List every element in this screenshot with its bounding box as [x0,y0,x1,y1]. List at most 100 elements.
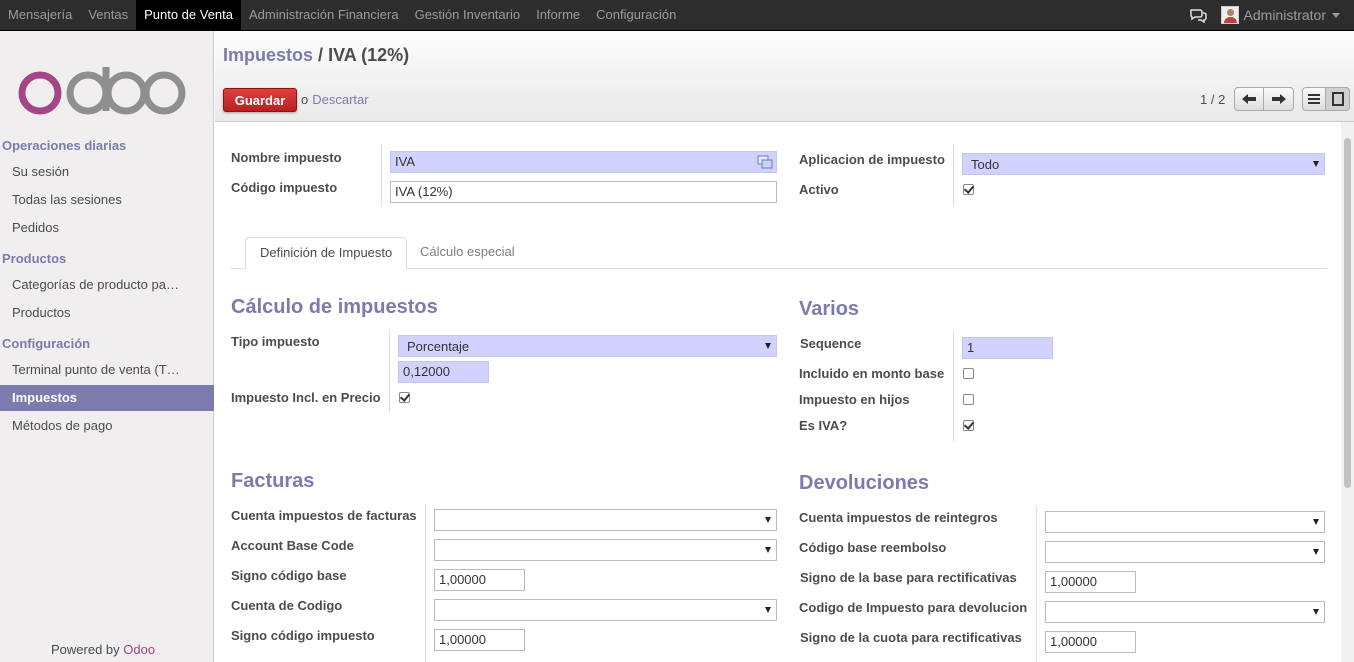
dropdown-arrow-icon [765,607,771,613]
menu-administracion-financiera[interactable]: Administración Financiera [241,0,407,30]
price-include-checkbox[interactable] [399,392,410,403]
active-label: Activo [799,182,839,197]
divider [425,504,426,662]
account-base-code-select[interactable] [434,539,777,561]
divider [1036,506,1037,662]
refund-tax-code-select[interactable] [1045,601,1325,623]
discard-link[interactable]: Descartar [312,92,368,107]
menu-mensajeria[interactable]: Mensajería [0,0,80,30]
calc-section-title: Cálculo de impuestos [231,296,438,318]
list-icon [1308,94,1320,104]
next-record-button[interactable] [1264,87,1294,111]
user-area: Administrator [1189,0,1354,30]
dropdown-arrow-icon [1313,549,1319,555]
arrow-left-icon [1242,94,1256,104]
invoice-tax-account-label: Cuenta impuestos de facturas [231,508,417,523]
sidebar: Operaciones diarias Su sesión Todas las … [0,31,214,662]
amount-field[interactable]: 0,12000 [398,361,489,383]
chevron-down-icon[interactable] [1332,12,1340,18]
menu-gestion-inventario[interactable]: Gestión Inventario [407,0,529,30]
odoo-logo [18,67,186,115]
application-select[interactable]: Todo [962,153,1325,175]
breadcrumb-current: IVA (12%) [328,45,410,65]
refund-tax-sign-label: Signo de la cuota para rectificativas [800,630,1022,645]
divider [381,144,382,206]
dropdown-arrow-icon [1313,519,1319,525]
dropdown-arrow-icon [765,517,771,523]
previous-record-button[interactable] [1234,87,1264,111]
scrollbar[interactable] [1341,122,1354,662]
application-value: Todo [971,157,1000,172]
refund-base-code-label: Código base reembolso [799,540,947,555]
code-label: Código impuesto [231,180,338,195]
base-sign-field[interactable]: 1,00000 [434,569,525,591]
form-icon [1331,92,1344,106]
sidebar-section-productos: Productos [2,251,67,266]
divider [953,144,954,206]
sidebar-item-impuestos[interactable]: Impuestos [0,385,214,411]
powered-by-brand-link[interactable]: Odoo [123,642,155,657]
tax-name-field[interactable]: IVA [390,151,777,173]
refund-base-sign-field[interactable]: 1,00000 [1045,571,1136,593]
sidebar-item-categorias[interactable]: Categorías de producto para punto de ven… [0,272,214,298]
list-view-button[interactable] [1302,87,1326,111]
dropdown-arrow-icon [1313,609,1319,615]
name-label: Nombre impuesto [231,150,342,165]
child-depend-label: Impuesto en hijos [799,392,910,407]
avatar[interactable] [1220,6,1239,24]
sidebar-item-metodos-pago[interactable]: Métodos de pago [0,413,214,439]
sequence-label: Sequence [800,336,862,351]
refund-tax-account-select[interactable] [1045,511,1325,533]
refund-base-code-select[interactable] [1045,541,1325,563]
sequence-field[interactable]: 1 [962,337,1053,359]
save-button[interactable]: Guardar [223,88,297,112]
tax-type-value: Porcentaje [407,339,470,354]
pager-buttons [1234,87,1294,111]
translate-icon[interactable] [757,155,773,169]
tab-calculo-especial[interactable]: Cálculo especial [406,237,529,269]
tax-type-label: Tipo impuesto [231,334,320,349]
tax-code-field[interactable]: IVA (12%) [390,181,777,203]
refund-base-sign-label: Signo de la base para rectificativas [800,570,1017,585]
sidebar-item-pedidos[interactable]: Pedidos [0,215,214,241]
powered-by-prefix: Powered by [51,642,120,657]
tax-code-account-select[interactable] [434,599,777,621]
refunds-section-title: Devoluciones [799,472,930,494]
is-vat-checkbox[interactable] [963,420,974,431]
account-base-code-label: Account Base Code [231,538,354,553]
tax-type-select[interactable]: Porcentaje [398,335,777,357]
dropdown-arrow-icon [765,547,771,553]
sidebar-item-terminal[interactable]: Terminal punto de venta (TPV) [0,357,214,383]
is-vat-label: Es IVA? [799,418,848,433]
child-depend-checkbox[interactable] [963,394,974,405]
breadcrumb-separator: / [318,45,324,65]
include-base-checkbox[interactable] [963,368,974,379]
user-name[interactable]: Administrator [1244,7,1326,23]
scrollbar-thumb[interactable] [1344,138,1351,488]
sidebar-section-operaciones: Operaciones diarias [2,138,127,153]
invoice-tax-account-select[interactable] [434,509,777,531]
dropdown-arrow-icon [1313,161,1319,167]
breadcrumb-parent-link[interactable]: Impuestos [223,45,313,65]
menu-informe[interactable]: Informe [528,0,588,30]
menu-configuracion[interactable]: Configuración [588,0,684,30]
menu-ventas[interactable]: Ventas [80,0,136,30]
sidebar-item-su-sesion[interactable]: Su sesión [0,159,214,185]
view-switcher [1302,87,1350,111]
form-sheet: Nombre impuesto IVA Código impuesto IVA … [215,122,1341,662]
top-navigation-bar: Mensajería Ventas Punto de Venta Adminis… [0,0,1354,31]
breadcrumb: Impuestos / IVA (12%) [223,45,409,66]
tax-sign-field[interactable]: 1,00000 [434,629,525,651]
sidebar-item-todas-sesiones[interactable]: Todas las sesiones [0,187,214,213]
arrow-right-icon [1271,94,1286,104]
pager-value: 1 / 2 [1200,92,1226,107]
refund-tax-sign-field[interactable]: 1,00000 [1045,631,1136,653]
notebook-tabs: Definición de Impuesto Cálculo especial [231,237,1327,270]
active-checkbox[interactable] [963,184,974,195]
chat-bubbles-icon[interactable] [1189,6,1207,24]
tab-definicion-impuesto[interactable]: Definición de Impuesto [245,237,408,270]
form-view-button[interactable] [1326,87,1350,111]
sidebar-item-productos[interactable]: Productos [0,300,214,326]
control-panel: Impuestos / IVA (12%) Guardar o Descartar… [215,31,1354,122]
menu-punto-de-venta[interactable]: Punto de Venta [136,0,241,30]
